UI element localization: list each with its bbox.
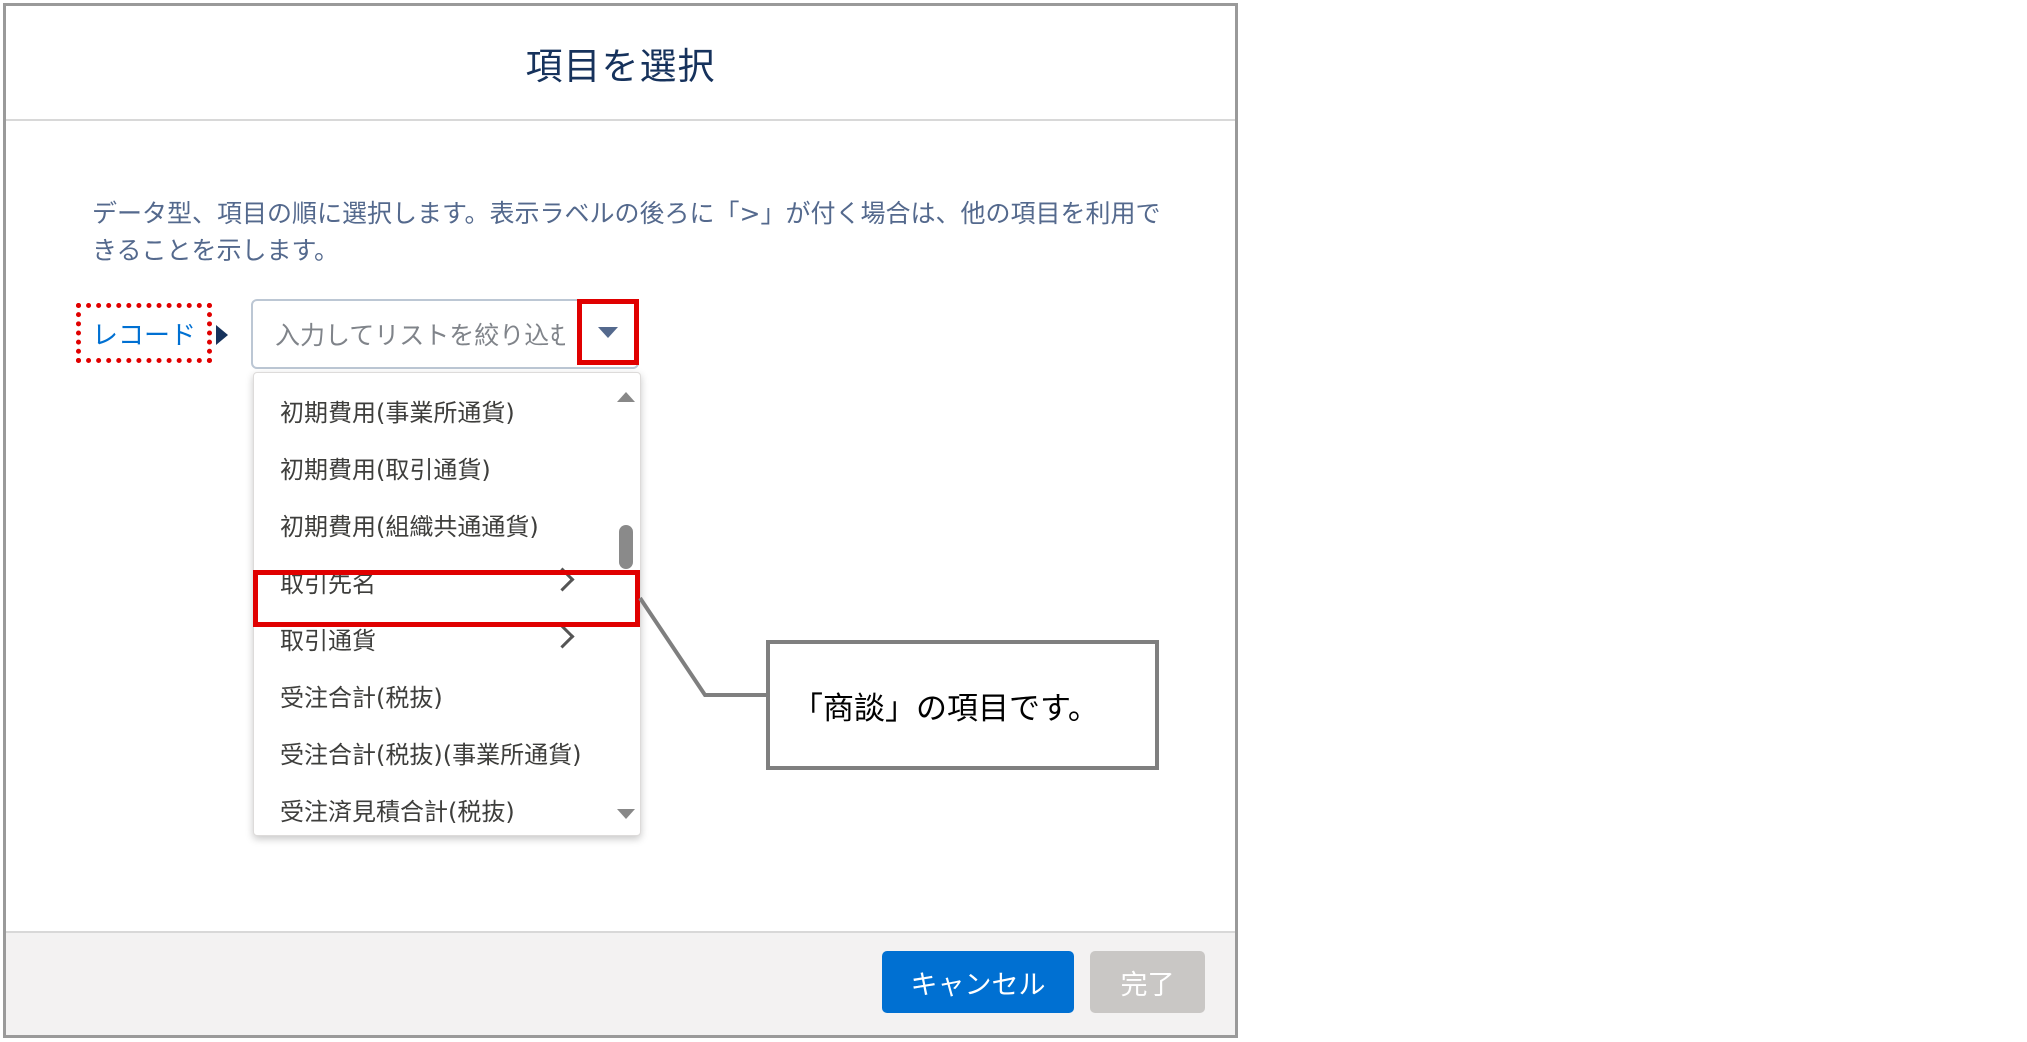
callout-text: 「商談」の項目です。 bbox=[792, 690, 1099, 727]
annotation-callout: 「商談」の項目です。 bbox=[766, 640, 1159, 770]
done-button[interactable]: 完了 bbox=[1090, 951, 1205, 1013]
cancel-button[interactable]: キャンセル bbox=[882, 951, 1074, 1013]
callout-connector bbox=[638, 596, 766, 697]
